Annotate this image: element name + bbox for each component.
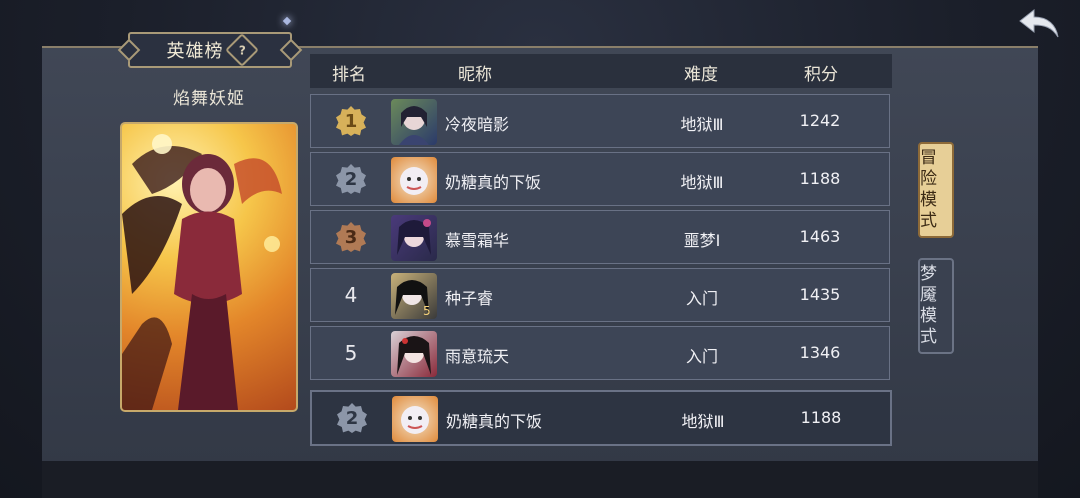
rank-badge-gold: 1 [333, 103, 369, 139]
question-icon[interactable]: ? [224, 33, 259, 67]
tab-nightmare-mode[interactable]: 梦魇模式 [918, 258, 954, 354]
player-score: 1242 [799, 111, 841, 130]
rank-badge-bronze: 3 [333, 219, 369, 255]
player-name: 奶糖真的下饭 [445, 173, 542, 192]
player-difficulty: 地狱Ⅲ [681, 412, 725, 431]
leaderboard-row-3[interactable]: 3 慕雪霜华 噩梦Ⅰ 1463 [310, 210, 890, 264]
rank-number: 4 [344, 283, 358, 307]
leaderboard-title-plate: 英雄榜 ? [117, 32, 303, 68]
leaderboard-row-4[interactable]: 4 5 种子睿 入门 1435 [310, 268, 890, 322]
player-difficulty: 噩梦Ⅰ [683, 231, 721, 250]
leaderboard-row-2[interactable]: 2 奶糖真的下饭 地狱Ⅲ 1188 [310, 152, 890, 206]
player-score: 1435 [799, 285, 841, 304]
player-avatar[interactable] [391, 331, 437, 377]
leaderboard-header: 排名 昵称 难度 积分 [310, 54, 892, 88]
player-score: 1346 [799, 343, 841, 362]
leaderboard-row-1[interactable]: 1 冷夜暗影 地狱Ⅲ 1242 [310, 94, 890, 148]
player-name: 奶糖真的下饭 [446, 412, 543, 431]
player-avatar[interactable] [391, 99, 437, 145]
header-nickname: 昵称 [458, 65, 492, 85]
rank-badge-silver: 2 [333, 161, 369, 197]
back-button[interactable] [1018, 6, 1062, 42]
player-name: 慕雪霜华 [445, 231, 510, 250]
player-avatar[interactable] [392, 396, 438, 442]
player-score: 1463 [799, 227, 841, 246]
player-difficulty: 入门 [685, 347, 718, 366]
bottom-strip [42, 461, 1038, 498]
leaderboard-title: 英雄榜 [166, 41, 224, 62]
player-difficulty: 地狱Ⅲ [680, 173, 724, 192]
player-name: 冷夜暗影 [445, 115, 510, 134]
back-arrow-icon [1019, 8, 1059, 38]
svg-text:5: 5 [423, 304, 431, 318]
my-rank-row[interactable]: 2 奶糖真的下饭 地狱Ⅲ 1188 [310, 390, 892, 446]
header-rank: 排名 [332, 65, 366, 85]
player-avatar[interactable] [391, 157, 437, 203]
player-score: 1188 [800, 408, 842, 427]
tab-adventure-mode[interactable]: 冒险模式 [918, 142, 954, 238]
rank-number: 5 [344, 341, 358, 365]
player-difficulty: 入门 [685, 289, 718, 308]
player-difficulty: 地狱Ⅲ [680, 115, 724, 134]
hero-portrait [120, 122, 298, 412]
player-avatar[interactable] [391, 215, 437, 261]
player-score: 1188 [799, 169, 841, 188]
hero-name: 焰舞妖姬 [173, 89, 245, 109]
player-avatar[interactable]: 5 [391, 273, 437, 319]
leaderboard-row-5[interactable]: 5 雨意琉天 入门 1346 [310, 326, 890, 380]
rank-badge-silver: 2 [334, 400, 370, 436]
header-score: 积分 [804, 65, 838, 85]
player-name: 种子睿 [445, 289, 494, 308]
header-difficulty: 难度 [684, 65, 718, 85]
background-sparkle [282, 16, 292, 26]
player-name: 雨意琉天 [445, 347, 510, 366]
